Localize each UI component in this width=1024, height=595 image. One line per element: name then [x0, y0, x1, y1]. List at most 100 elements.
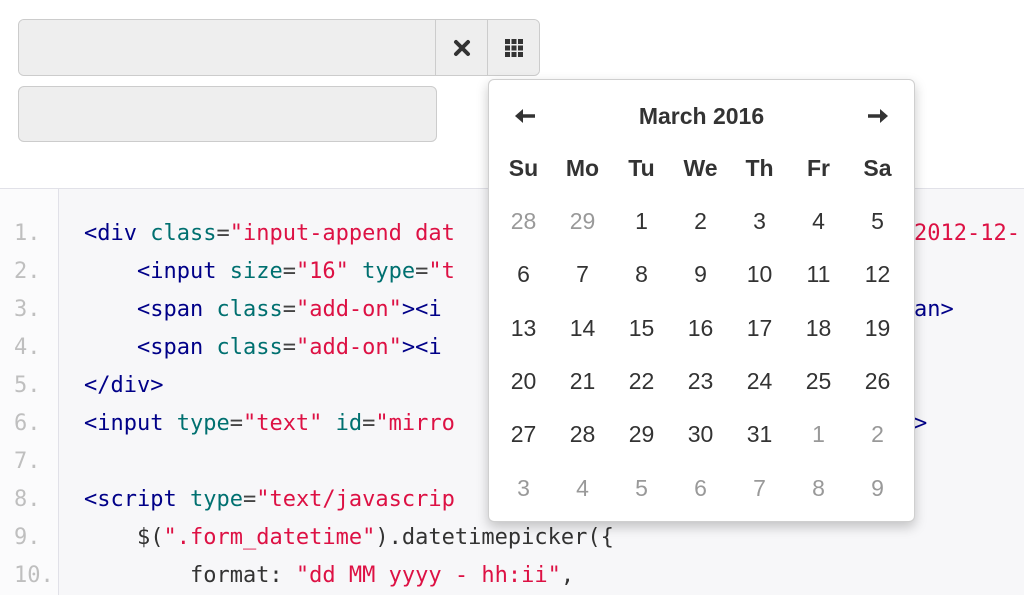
line-number: 9. — [14, 525, 41, 550]
code-token: ).datetimepicker({ — [375, 525, 614, 550]
code-token: </div> — [84, 373, 164, 398]
calendar-day[interactable]: 1 — [612, 195, 671, 248]
arrow-left-icon — [515, 109, 535, 123]
calendar-day[interactable]: 19 — [848, 302, 907, 355]
calendar-day[interactable]: 3 — [730, 195, 789, 248]
calendar-day-other-month[interactable]: 9 — [848, 462, 907, 515]
line-number: 4. — [14, 335, 41, 360]
calendar-day[interactable]: 9 — [671, 248, 730, 301]
calendar-day[interactable]: 16 — [671, 302, 730, 355]
calendar-day[interactable]: 23 — [671, 355, 730, 408]
calendar-day-other-month[interactable]: 2 — [848, 408, 907, 461]
next-month-button[interactable] — [852, 94, 904, 138]
code-token: = — [415, 259, 429, 284]
clear-button[interactable] — [435, 20, 487, 75]
calendar-day[interactable]: 29 — [612, 408, 671, 461]
code-token: <script — [84, 487, 190, 512]
calendar-day[interactable]: 17 — [730, 302, 789, 355]
code-token: <span — [136, 297, 217, 322]
calendar-day[interactable]: 8 — [612, 248, 671, 301]
calendar-day-other-month[interactable]: 4 — [553, 462, 612, 515]
calendar-day[interactable]: 28 — [553, 408, 612, 461]
code-token: = — [282, 297, 296, 322]
close-icon — [453, 39, 470, 56]
calendar-day[interactable]: 14 — [553, 302, 612, 355]
calendar-day-other-month[interactable]: 29 — [553, 195, 612, 248]
calendar-day[interactable]: 26 — [848, 355, 907, 408]
calendar-day[interactable]: 6 — [494, 248, 553, 301]
code-token: = — [362, 411, 376, 436]
calendar-day-other-month[interactable]: 7 — [730, 462, 789, 515]
weekday-label: Th — [745, 155, 774, 181]
code-overflow-text: an> — [914, 297, 954, 322]
calendar-day[interactable]: 21 — [553, 355, 612, 408]
code-token: type — [189, 487, 243, 512]
mirror-input[interactable] — [18, 86, 437, 142]
line-number: 3. — [14, 297, 41, 322]
prev-month-button[interactable] — [499, 94, 551, 138]
calendar-day[interactable]: 31 — [730, 408, 789, 461]
calendar-week-row: 3456789 — [494, 462, 908, 515]
calendar-week-row: 20 21 22 23 24 25 26 — [494, 355, 908, 408]
calendar-week-row: 13 14 15 16 17 18 19 — [494, 302, 908, 355]
code-line: 10. format: "dd MM yyyy - hh:ii", — [0, 557, 1024, 595]
calendar-day[interactable]: 15 — [612, 302, 671, 355]
calendar-day-other-month[interactable]: 3 — [494, 462, 553, 515]
calendar-day[interactable]: 20 — [494, 355, 553, 408]
calendar-day-other-month[interactable]: 1 — [789, 408, 848, 461]
calendar-day[interactable]: 5 — [848, 195, 907, 248]
calendar-day[interactable]: 7 — [553, 248, 612, 301]
code-text: <input size="16" type="t — [84, 253, 455, 291]
calendar-day[interactable]: 27 — [494, 408, 553, 461]
calendar-week-row: 6 7 8 9 10 11 12 — [494, 248, 908, 301]
code-overflow-text: 2012-12- — [914, 221, 1020, 246]
line-number: 7. — [14, 449, 41, 474]
code-token: class — [150, 221, 217, 246]
calendar-day[interactable]: 11 — [789, 248, 848, 301]
code-overflow-text: > — [914, 411, 928, 436]
code-text: $(".form_datetime").datetimepicker({ — [84, 519, 614, 557]
code-token: class — [216, 297, 283, 322]
code-token: = — [216, 221, 230, 246]
calendar-day-other-month[interactable]: 28 — [494, 195, 553, 248]
code-token: ".form_datetime" — [163, 525, 376, 550]
code-token: "add-on" — [295, 297, 402, 322]
calendar-day[interactable]: 22 — [612, 355, 671, 408]
calendar-day[interactable]: 30 — [671, 408, 730, 461]
code-token: size — [229, 259, 283, 284]
code-line: 9. $(".form_datetime").datetimepicker({ — [0, 519, 1024, 557]
calendar-week-row: 28 29 1 2 3 4 5 — [494, 195, 908, 248]
calendar-day[interactable]: 10 — [730, 248, 789, 301]
calendar-day[interactable]: 25 — [789, 355, 848, 408]
code-token: <div — [84, 221, 151, 246]
calendar-day[interactable]: 24 — [730, 355, 789, 408]
datepicker-popup: March 2016 Su Mo Tu We Th Fr Sa 28 29 1 2 3 4 5 6 7 8 9 1… — [488, 79, 915, 522]
month-title[interactable]: March 2016 — [569, 94, 834, 138]
code-text: <input type="text" id="mirro — [84, 405, 455, 443]
calendar-day-other-month[interactable]: 8 — [789, 462, 848, 515]
weekday-label: Mo — [565, 155, 600, 181]
line-number: 1. — [14, 221, 41, 246]
datetime-input-group — [18, 19, 540, 76]
calendar-day[interactable]: 12 — [848, 248, 907, 301]
calendar-button[interactable] — [487, 20, 539, 75]
line-number: 5. — [14, 373, 41, 398]
calendar-day[interactable]: 2 — [671, 195, 730, 248]
code-text: </div> — [84, 367, 163, 405]
code-token: = — [282, 259, 296, 284]
calendar-day-other-month[interactable]: 6 — [671, 462, 730, 515]
line-number: 6. — [14, 411, 41, 436]
code-token: "t — [428, 259, 455, 284]
calendar-day[interactable]: 18 — [789, 302, 848, 355]
weekday-label: Tu — [628, 155, 655, 181]
calendar-day-other-month[interactable]: 5 — [612, 462, 671, 515]
code-token: = — [242, 487, 257, 512]
calendar-day[interactable]: 4 — [789, 195, 848, 248]
datetime-input[interactable] — [19, 20, 435, 75]
code-text: <span class="add-on"><i — [84, 329, 442, 367]
code-token: ><i — [401, 335, 442, 360]
code-text: <div class="input-append dat — [84, 215, 455, 253]
calendar-day[interactable]: 13 — [494, 302, 553, 355]
